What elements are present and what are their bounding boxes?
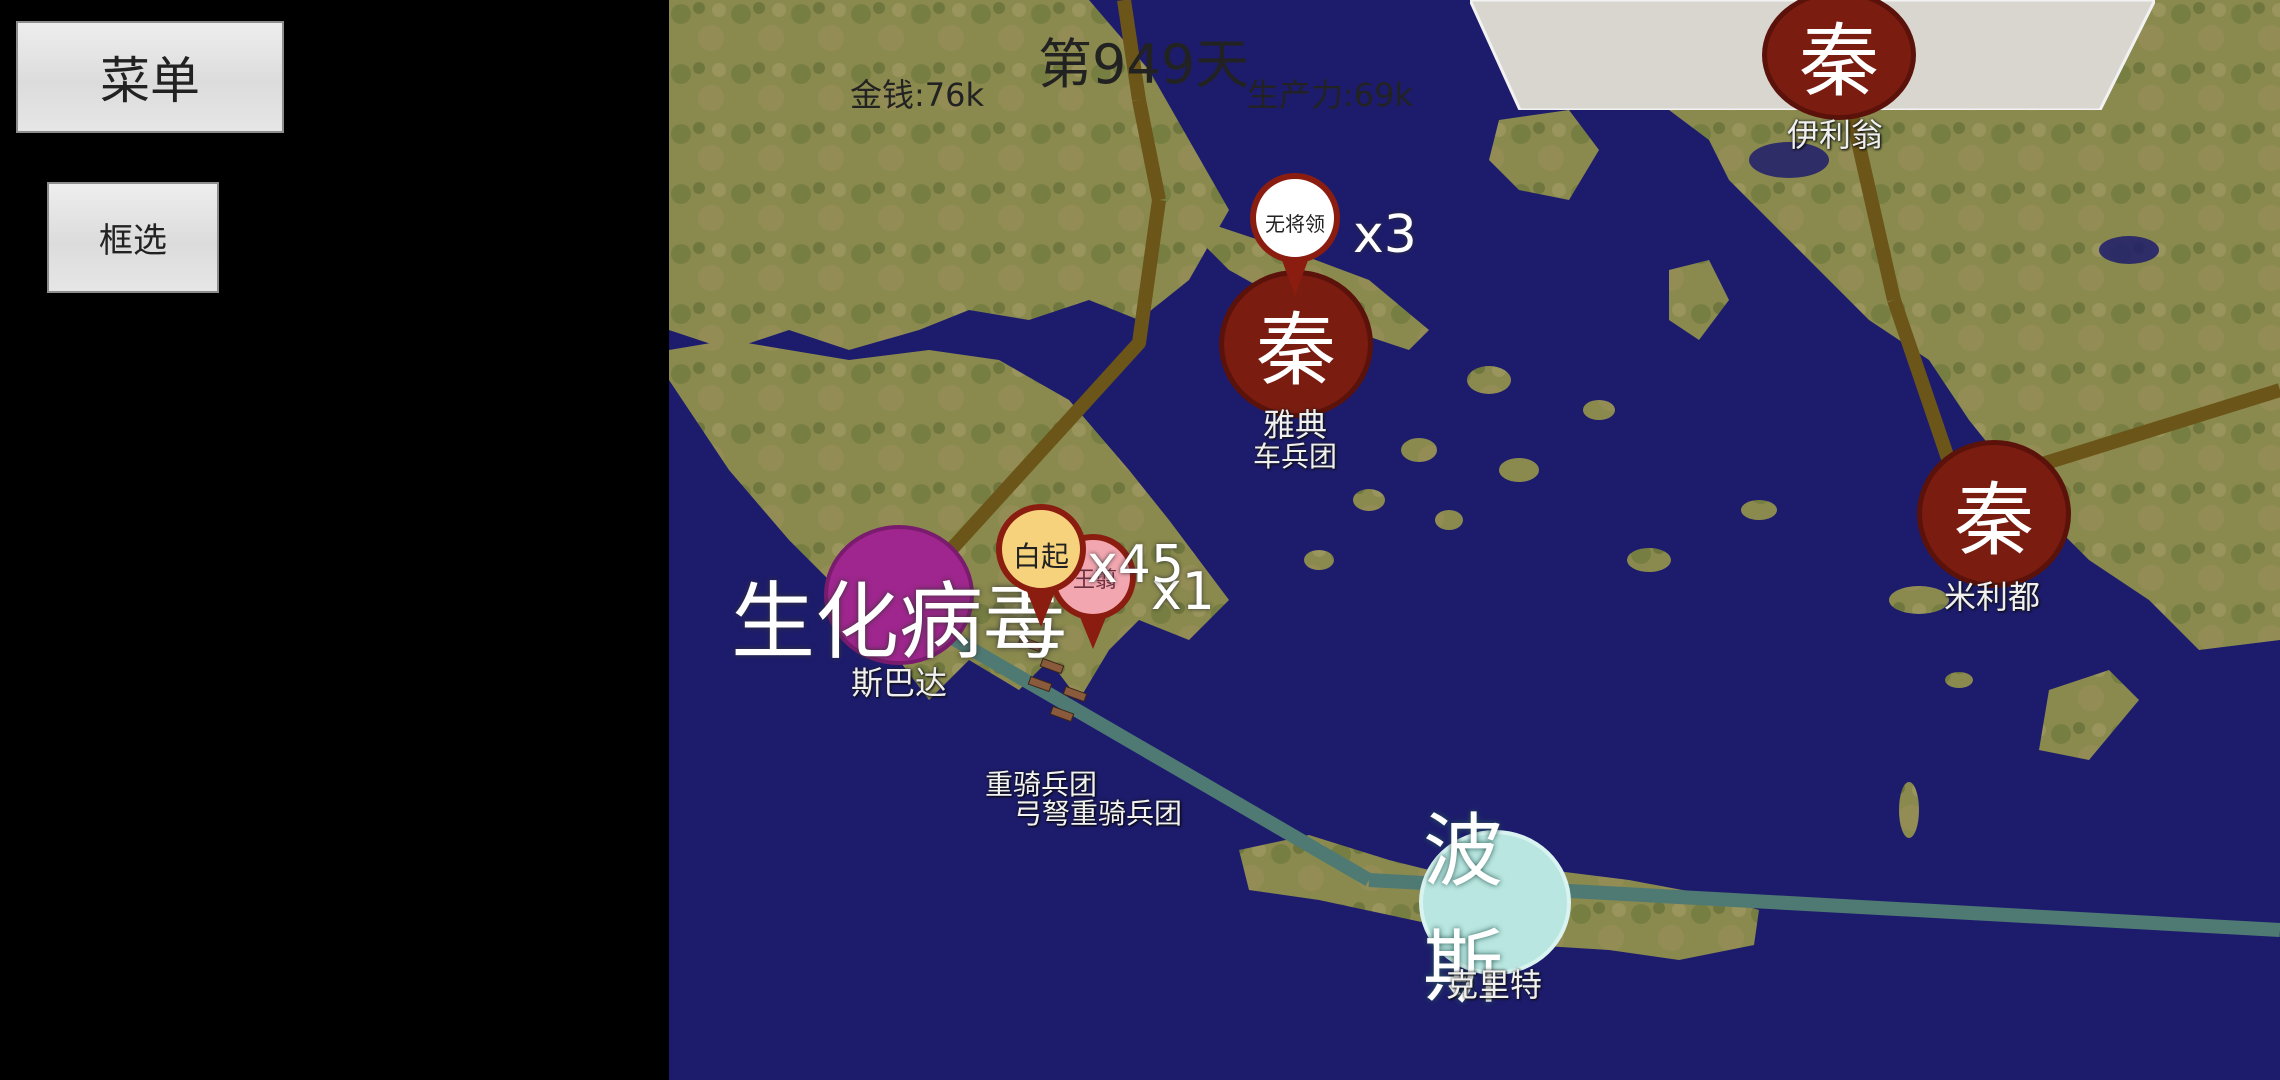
army-general-name-baiqi: 白起 [1012, 540, 1069, 573]
money-readout: 金钱:76k [850, 76, 985, 114]
city-garrison-athens: 车兵团 [1252, 440, 1338, 473]
army-count-baiqi: x45 [1087, 535, 1184, 595]
map-view[interactable]: 第949天 金钱:76k 生产力:69k 秦 伊利翁 秦 雅典 车兵团 秦 米利… [669, 0, 2280, 1080]
city-name-crete: 克里特 [1445, 966, 1543, 1004]
production-readout: 生产力:69k [1247, 76, 1414, 114]
city-miletus[interactable]: 秦 [1917, 440, 2071, 588]
box-select-button[interactable]: 框选 [47, 182, 219, 293]
army-count-no-general: x3 [1353, 205, 1417, 265]
menu-button[interactable]: 菜单 [16, 21, 284, 133]
city-name-sparta: 斯巴达 [850, 664, 948, 702]
army-general-name: 无将领 [1265, 212, 1325, 236]
city-name-miletus: 米利都 [1943, 578, 2041, 616]
sidebar: 菜单 框选 [0, 0, 669, 1080]
day-counter: 第949天 [1038, 33, 1250, 96]
city-crete[interactable]: 波斯 [1419, 805, 1571, 1014]
city-name-ilion: 伊利翁 [1786, 116, 1884, 154]
unit-label-crossbow-heavy-cavalry: 弓弩重骑兵团 [1013, 797, 1183, 830]
